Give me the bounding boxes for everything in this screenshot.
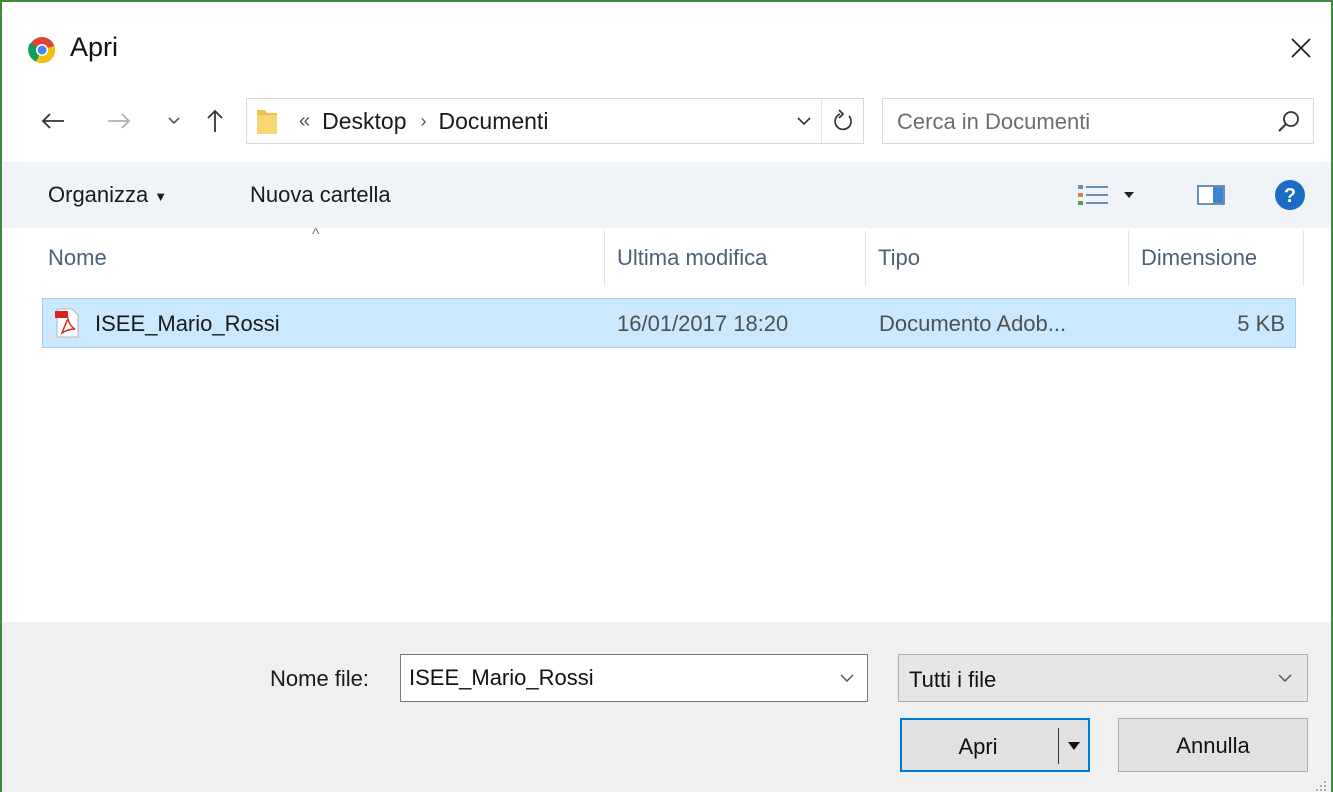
new-folder-button[interactable]: Nuova cartella (250, 182, 391, 208)
column-header-modified[interactable]: Ultima modifica (605, 230, 865, 286)
open-options-button[interactable] (1062, 728, 1086, 764)
svg-text:?: ? (1284, 185, 1296, 207)
sort-ascending-icon: ^ (312, 226, 320, 243)
up-button[interactable] (198, 102, 232, 140)
organize-menu[interactable]: Organizza ▼ (48, 182, 167, 208)
chrome-icon (28, 37, 55, 64)
dropdown-arrow-icon (1068, 742, 1080, 750)
dropdown-arrow-icon (1124, 192, 1134, 198)
file-name: ISEE_Mario_Rossi (95, 311, 280, 336)
organize-label: Organizza (48, 182, 149, 207)
details-view-icon (1078, 185, 1108, 205)
breadcrumb-documenti[interactable]: Documenti (439, 108, 549, 135)
dialog-title: Apri (70, 32, 119, 62)
close-icon (1291, 38, 1311, 58)
footer-panel: Nome file: Tutti i file Apri (2, 622, 1331, 792)
address-history-button[interactable] (789, 99, 819, 143)
refresh-button[interactable] (821, 99, 863, 143)
file-modified: 16/01/2017 18:20 (617, 311, 789, 336)
column-header-size[interactable]: Dimensione (1129, 230, 1303, 286)
filename-combobox[interactable] (400, 654, 868, 702)
file-type-filter-value: Tutti i file (909, 667, 997, 692)
address-bar[interactable]: « Desktop › Documenti (246, 98, 864, 144)
file-list[interactable]: ISEE_Mario_Rossi 16/01/2017 18:20 Docume… (2, 288, 1331, 622)
filter-dropdown-button[interactable] (1271, 663, 1299, 693)
help-button[interactable]: ? (1274, 178, 1306, 212)
resize-grip-icon[interactable] (1315, 780, 1327, 792)
cancel-button-label: Annulla (1176, 733, 1250, 758)
file-size: 5 KB (1237, 311, 1285, 336)
search-input[interactable] (897, 107, 1257, 137)
column-header-type[interactable]: Tipo (866, 230, 1128, 286)
recent-locations-button[interactable] (160, 102, 188, 140)
chevron-down-icon (840, 674, 854, 683)
forward-button[interactable] (102, 102, 136, 140)
preview-pane-button[interactable] (1196, 178, 1226, 212)
file-type-filter[interactable]: Tutti i file (898, 654, 1308, 702)
column-header-name[interactable]: Nome (36, 230, 604, 286)
arrow-left-icon (41, 113, 64, 129)
list-item[interactable]: ISEE_Mario_Rossi 16/01/2017 18:20 Docume… (42, 298, 1296, 348)
back-button[interactable] (36, 102, 70, 140)
folder-icon (257, 110, 277, 134)
preview-pane-icon (1197, 185, 1225, 205)
breadcrumb-desktop[interactable]: Desktop (322, 108, 406, 135)
file-open-dialog: Apri « Desktop › Documenti Cerca in Docu… (0, 0, 1333, 792)
pdf-file-icon (55, 308, 79, 338)
search-box[interactable] (882, 98, 1314, 144)
arrow-right-icon (108, 113, 131, 129)
breadcrumb-overflow[interactable]: « (299, 110, 310, 133)
filename-label: Nome file: (270, 666, 370, 691)
chevron-down-icon (168, 117, 180, 125)
chevron-right-icon[interactable]: › (421, 111, 427, 132)
split-divider (1058, 728, 1059, 764)
open-button[interactable]: Apri (900, 718, 1090, 772)
search-icon[interactable] (1275, 108, 1303, 136)
chevron-down-icon (1278, 674, 1292, 683)
file-type: Documento Adob... (879, 311, 1067, 336)
column-headers: Nome Ultima modifica Tipo Dimensione (2, 230, 1331, 288)
title-bar: Apri (2, 2, 1331, 86)
arrow-up-icon (207, 109, 223, 132)
change-view-button[interactable] (1076, 178, 1138, 212)
chevron-down-icon (797, 117, 811, 126)
open-button-label: Apri (958, 734, 998, 759)
help-icon: ? (1275, 180, 1305, 210)
dropdown-arrow-icon: ▼ (154, 188, 168, 204)
filename-dropdown-button[interactable] (833, 663, 861, 693)
close-button[interactable] (1281, 28, 1321, 68)
refresh-icon (833, 109, 852, 131)
column-divider[interactable] (1303, 230, 1304, 286)
filename-field[interactable] (409, 663, 829, 693)
cancel-button[interactable]: Annulla (1118, 718, 1308, 772)
